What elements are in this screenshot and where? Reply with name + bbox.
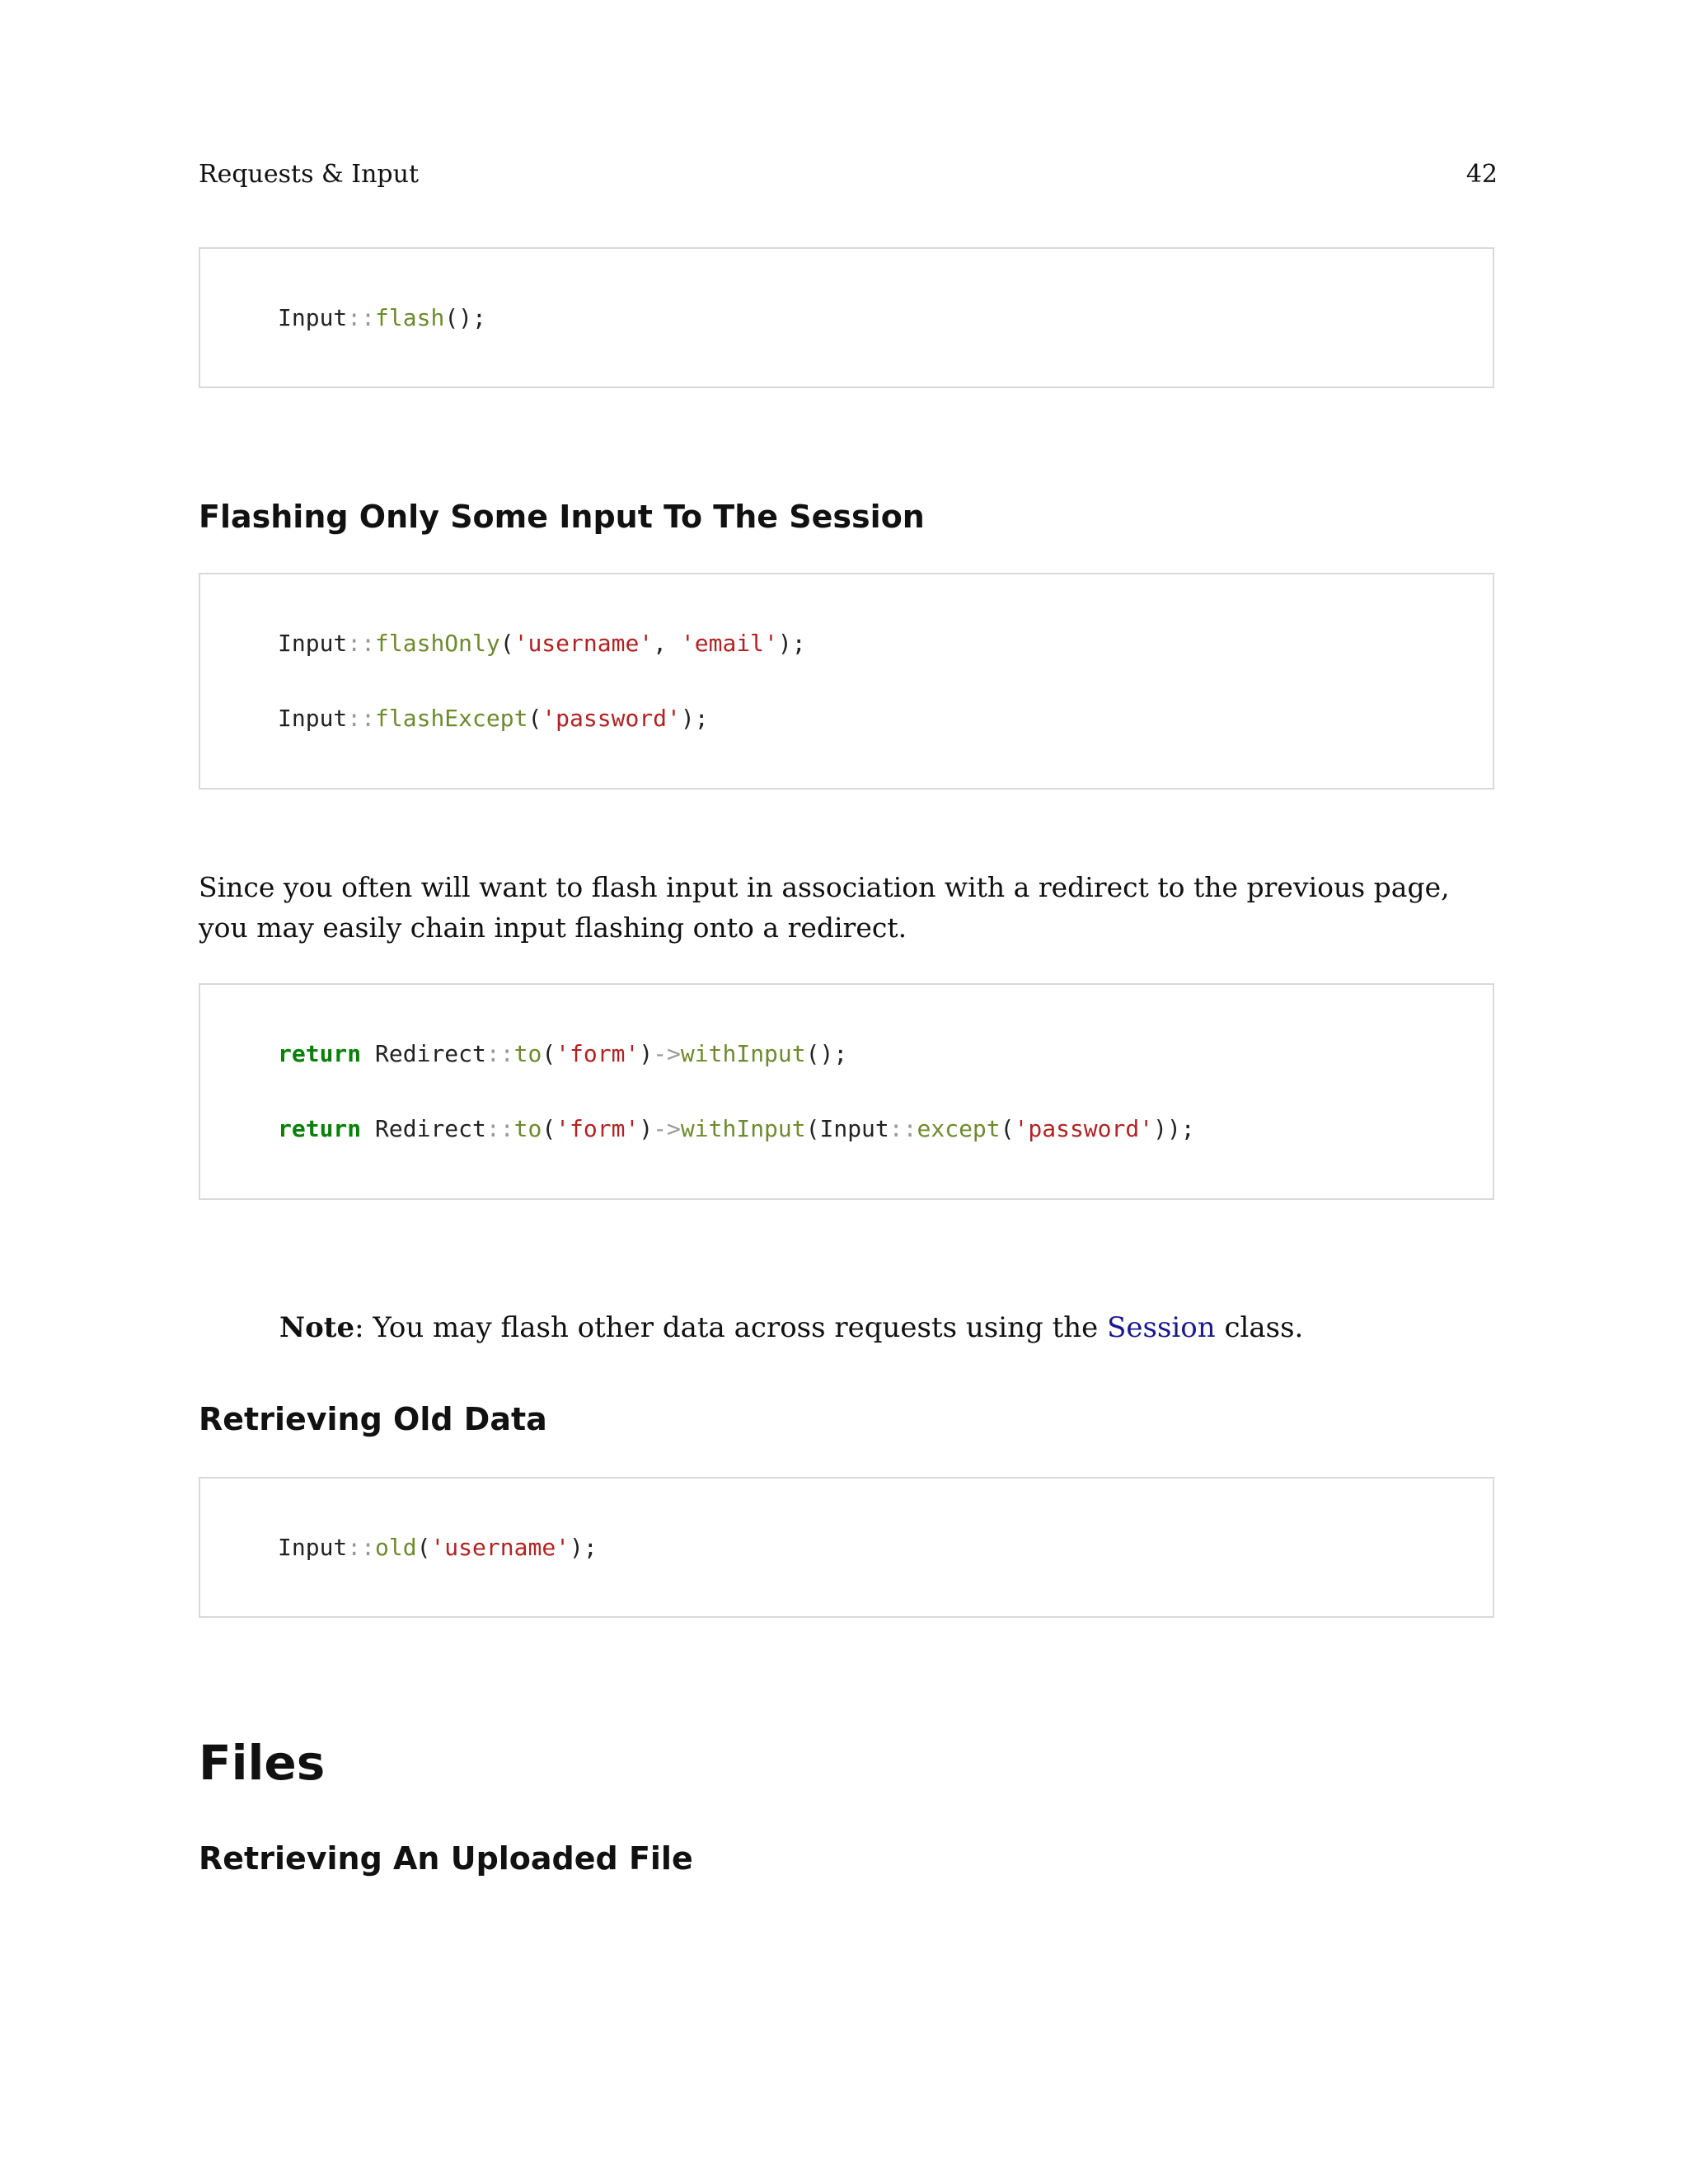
code-token: -> — [653, 1115, 681, 1142]
code-token: ); — [777, 630, 806, 657]
code-token: Input — [278, 705, 348, 732]
section-title: Requests & Input — [199, 160, 419, 189]
code-token: return — [278, 1040, 362, 1067]
code-block-redirect: return Redirect::to('form')->withInput()… — [199, 983, 1494, 1200]
note-callout: Note: You may flash other data across re… — [279, 1311, 1498, 1344]
code-token: flashOnly — [375, 630, 500, 657]
chapter-heading-files: Files — [199, 1735, 326, 1791]
code-token: ( — [416, 1534, 431, 1561]
code-block-flash-only: Input::flashOnly('username', 'email'); I… — [199, 573, 1494, 790]
code-token: ( — [1000, 1115, 1015, 1142]
code-line: return Redirect::to('form')->withInput()… — [278, 1043, 847, 1066]
section-heading-flashing-only: Flashing Only Some Input To The Session — [199, 499, 925, 535]
code-token: flash — [375, 304, 445, 331]
code-token: flashExcept — [375, 705, 528, 732]
code-token: Input — [278, 1534, 348, 1561]
code-token: -> — [653, 1040, 681, 1067]
code-token: Redirect — [361, 1115, 486, 1142]
note-text-end: class. — [1215, 1311, 1304, 1344]
code-token: , — [653, 630, 681, 657]
code-token: except — [917, 1115, 1001, 1142]
code-token: 'email' — [680, 630, 778, 657]
code-token: old — [375, 1534, 417, 1561]
code-token: to — [513, 1040, 542, 1067]
code-line: Input::flashExcept('password'); — [278, 707, 709, 730]
code-token: ) — [639, 1040, 654, 1067]
code-token: Input — [278, 630, 348, 657]
code-token: (); — [805, 1040, 848, 1067]
code-token: (); — [444, 304, 486, 331]
code-token: Input — [278, 304, 348, 331]
code-token: ) — [639, 1115, 654, 1142]
code-line: Input::old('username'); — [278, 1536, 598, 1559]
page-number: 42 — [1465, 160, 1498, 189]
code-token: 'password' — [1014, 1115, 1154, 1142]
code-token: ); — [570, 1534, 598, 1561]
body-paragraph: Since you often will want to flash input… — [199, 871, 1450, 944]
code-line: return Redirect::to('form')->withInput(I… — [278, 1118, 1195, 1141]
running-header: Requests & Input 42 — [199, 160, 1498, 189]
code-token: :: — [889, 1115, 917, 1142]
code-token: ( — [528, 705, 542, 732]
code-token: 'username' — [430, 1534, 570, 1561]
code-token: ( — [542, 1115, 556, 1142]
note-label: Note — [279, 1311, 355, 1344]
code-token: withInput — [680, 1115, 806, 1142]
code-token: :: — [347, 705, 376, 732]
code-token: ( — [499, 630, 514, 657]
code-token: 'form' — [556, 1040, 640, 1067]
code-block-old: Input::old('username'); — [199, 1477, 1494, 1618]
section-heading-retrieving-old-data: Retrieving Old Data — [199, 1401, 547, 1437]
code-line: Input::flash(); — [278, 307, 486, 330]
code-token: ( — [542, 1040, 556, 1067]
code-line: Input::flashOnly('username', 'email'); — [278, 632, 806, 655]
session-link[interactable]: Session — [1107, 1311, 1216, 1344]
code-token: :: — [347, 304, 376, 331]
code-token: :: — [485, 1115, 514, 1142]
code-token: :: — [485, 1040, 514, 1067]
code-token: :: — [347, 1534, 376, 1561]
code-token: withInput — [680, 1040, 806, 1067]
code-token: ); — [680, 705, 709, 732]
code-token: 'username' — [513, 630, 654, 657]
code-token: :: — [347, 630, 376, 657]
code-token: 'password' — [542, 705, 681, 732]
code-token: to — [513, 1115, 542, 1142]
code-token: (Input — [805, 1115, 889, 1142]
code-token: 'form' — [556, 1115, 640, 1142]
code-token: )); — [1153, 1115, 1195, 1142]
code-block-flash: Input::flash(); — [199, 247, 1494, 388]
code-token: Redirect — [361, 1040, 486, 1067]
note-text: : You may flash other data across reques… — [354, 1311, 1108, 1344]
section-heading-uploaded-file: Retrieving An Uploaded File — [199, 1840, 693, 1877]
code-token: return — [278, 1115, 362, 1142]
